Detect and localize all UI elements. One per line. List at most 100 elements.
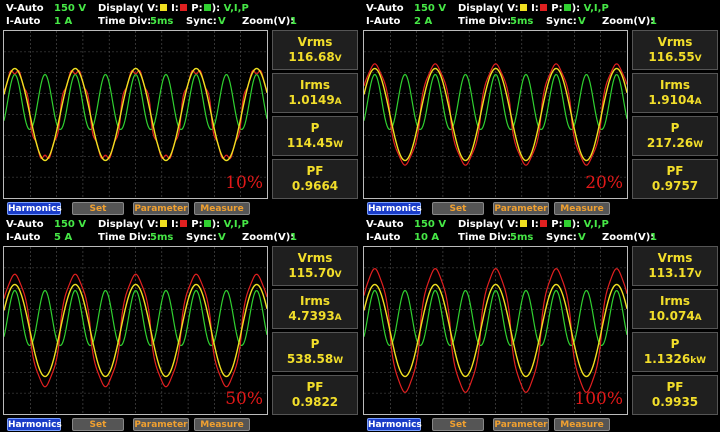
v-range-value[interactable]: 150 V [414, 218, 446, 231]
display-p-label: P: [551, 3, 563, 14]
vrms-label: Vrms [297, 35, 333, 49]
time-div-value[interactable]: 5ms [510, 231, 533, 244]
vrms-cell[interactable]: Vrms 115.70V [272, 246, 358, 286]
pf-value: 0.9664 [291, 179, 339, 193]
i-range-value[interactable]: 5 A [54, 231, 72, 244]
measure-button[interactable]: Measure [194, 202, 250, 215]
sync-value[interactable]: V [218, 231, 226, 244]
scope-panel-3: V-Auto 150 V Display( V: I: P:): V,I,P I… [0, 216, 360, 432]
current-color-icon [179, 220, 187, 227]
set-button[interactable]: Set [432, 202, 484, 215]
sync-label: Sync: [546, 16, 577, 27]
irms-label: Irms [659, 294, 691, 308]
vrms-unit: V [694, 270, 702, 280]
display-setting[interactable]: Display( V: I: P:): V,I,P [98, 218, 249, 231]
zoom-value[interactable]: 1 [650, 15, 657, 28]
measurement-column: Vrms 113.17V Irms 10.074A P 1.1326kW PF 0.99… [632, 246, 718, 415]
i-range-value[interactable]: 10 A [414, 231, 439, 244]
load-percent-label: 50% [225, 389, 263, 409]
time-div-label: Time Div: [98, 16, 152, 27]
measure-button[interactable]: Measure [194, 418, 250, 431]
waveform-display[interactable]: 100% [363, 246, 628, 415]
irms-unit: A [334, 313, 342, 323]
irms-cell[interactable]: Irms 4.7393A [272, 289, 358, 329]
harmonics-button[interactable]: Harmonics [7, 418, 62, 431]
power-cell[interactable]: P 1.1326kW [632, 332, 718, 372]
sync-value[interactable]: V [578, 15, 586, 28]
parameter-button[interactable]: Parameter [133, 418, 189, 431]
harmonics-button[interactable]: Harmonics [367, 202, 422, 215]
button-bar: Harmonics Set Parameter Measure [0, 200, 360, 216]
set-button[interactable]: Set [72, 418, 124, 431]
power-waveform [4, 73, 267, 131]
display-setting[interactable]: Display( V: I: P:): V,I,P [458, 218, 609, 231]
voltage-color-icon [519, 220, 527, 227]
sync-value[interactable]: V [218, 15, 226, 28]
pf-cell[interactable]: PF 0.9664 [272, 159, 358, 199]
waveform-display[interactable]: 10% [3, 30, 268, 199]
power-cell[interactable]: P 538.58W [272, 332, 358, 372]
harmonics-button[interactable]: Harmonics [367, 418, 422, 431]
pf-value: 0.9757 [651, 179, 699, 193]
power-cell[interactable]: P 217.26W [632, 116, 718, 156]
power-cell[interactable]: P 114.45W [272, 116, 358, 156]
scope-panel-1: V-Auto 150 V Display( V: I: P:): V,I,P I… [0, 0, 360, 216]
time-div-value[interactable]: 5ms [510, 15, 533, 28]
measure-button[interactable]: Measure [554, 418, 610, 431]
i-range-value[interactable]: 2 A [414, 15, 432, 28]
irms-cell[interactable]: Irms 1.0149A [272, 73, 358, 113]
display-setting[interactable]: Display( V: I: P:): V,I,P [98, 2, 249, 15]
set-button[interactable]: Set [432, 418, 484, 431]
vrms-label: Vrms [657, 35, 693, 49]
set-button[interactable]: Set [72, 202, 124, 215]
parameter-button[interactable]: Parameter [493, 418, 549, 431]
irms-cell[interactable]: Irms 10.074A [632, 289, 718, 329]
display-label: Display( V: [98, 3, 159, 14]
time-div-label: Time Div: [458, 232, 512, 243]
voltage-waveform [4, 67, 267, 162]
pf-value: 0.9935 [651, 395, 699, 409]
time-div-value[interactable]: 5ms [150, 15, 173, 28]
parameter-button[interactable]: Parameter [493, 202, 549, 215]
pf-label: PF [306, 380, 324, 394]
power-value: 217.26 [646, 136, 694, 150]
pf-cell[interactable]: PF 0.9935 [632, 375, 718, 415]
button-bar: Harmonics Set Parameter Measure [0, 416, 360, 432]
zoom-label: Zoom(V): [242, 16, 295, 27]
waveform-display[interactable]: 50% [3, 246, 268, 415]
pf-value: 0.9822 [291, 395, 339, 409]
irms-label: Irms [659, 78, 691, 92]
v-range-value[interactable]: 150 V [54, 218, 86, 231]
pf-cell[interactable]: PF 0.9757 [632, 159, 718, 199]
zoom-value[interactable]: 1 [290, 15, 297, 28]
voltage-color-icon [159, 4, 167, 11]
display-end-label: ): [571, 3, 581, 14]
measure-button[interactable]: Measure [554, 202, 610, 215]
irms-cell[interactable]: Irms 1.9104A [632, 73, 718, 113]
display-value: V,I,P [223, 3, 249, 14]
vrms-cell[interactable]: Vrms 116.55V [632, 30, 718, 70]
vrms-value: 116.55 [648, 50, 695, 64]
sync-value[interactable]: V [578, 231, 586, 244]
display-end-label: ): [571, 219, 581, 230]
v-range-value[interactable]: 150 V [414, 2, 446, 15]
display-end-label: ): [211, 219, 221, 230]
zoom-value[interactable]: 1 [650, 231, 657, 244]
vrms-cell[interactable]: Vrms 113.17V [632, 246, 718, 286]
power-color-icon [563, 4, 571, 11]
vrms-value: 116.68 [288, 50, 335, 64]
pf-cell[interactable]: PF 0.9822 [272, 375, 358, 415]
i-auto-label: I-Auto [6, 16, 41, 27]
load-percent-label: 100% [574, 389, 623, 409]
vrms-cell[interactable]: Vrms 116.68V [272, 30, 358, 70]
i-range-value[interactable]: 1 A [54, 15, 72, 28]
display-value: V,I,P [583, 3, 609, 14]
harmonics-button[interactable]: Harmonics [7, 202, 62, 215]
zoom-value[interactable]: 1 [290, 231, 297, 244]
display-label: Display( V: [458, 3, 519, 14]
parameter-button[interactable]: Parameter [133, 202, 189, 215]
waveform-display[interactable]: 20% [363, 30, 628, 199]
v-range-value[interactable]: 150 V [54, 2, 86, 15]
display-setting[interactable]: Display( V: I: P:): V,I,P [458, 2, 609, 15]
time-div-value[interactable]: 5ms [150, 231, 173, 244]
